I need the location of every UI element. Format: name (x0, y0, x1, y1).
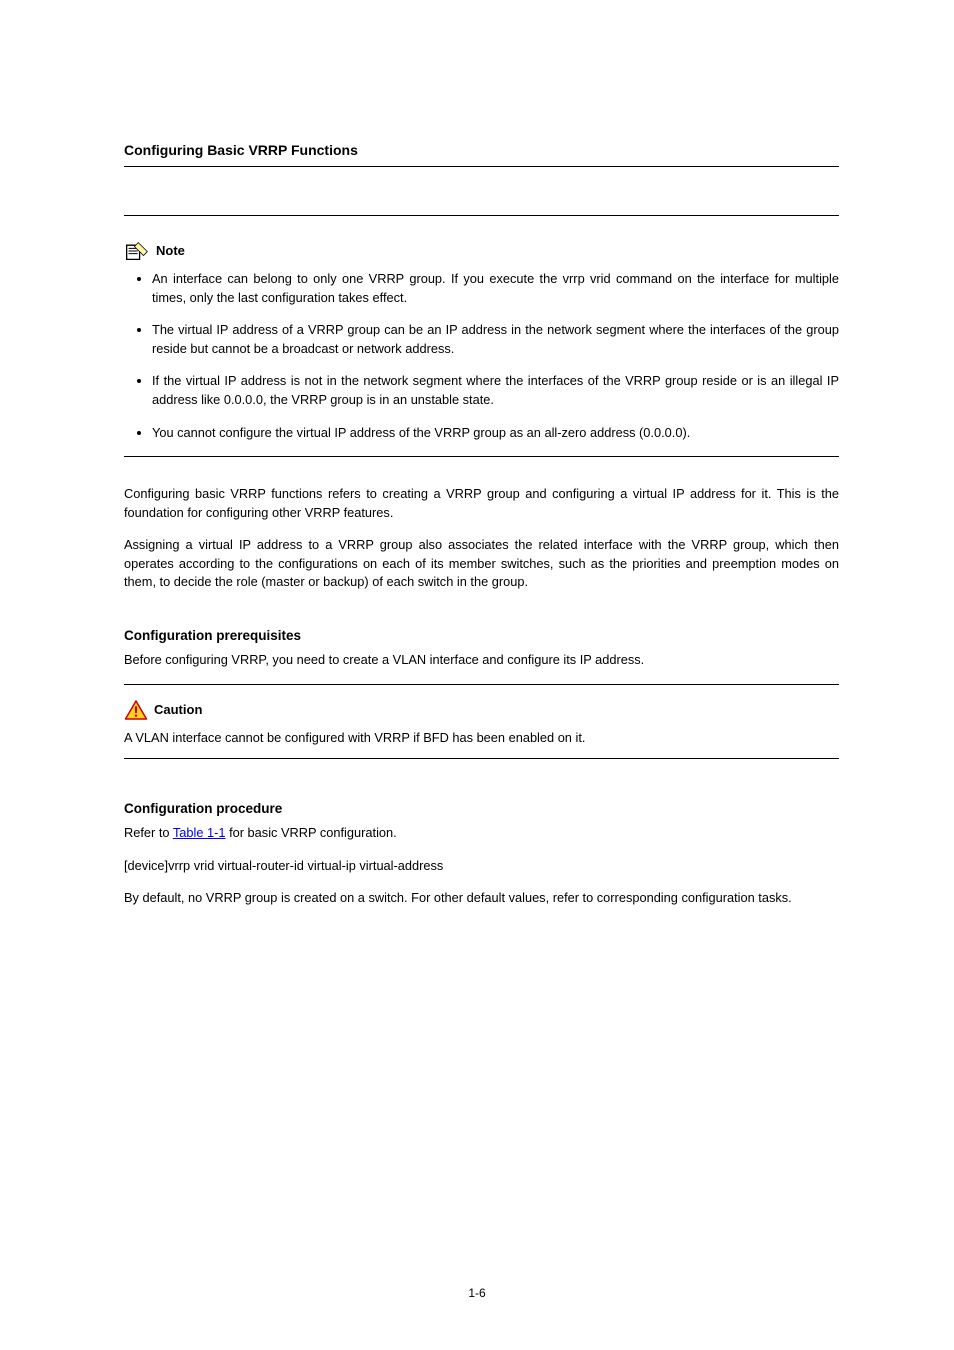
note-list: An interface can belong to only one VRRP… (124, 270, 839, 442)
heading-rule (124, 166, 839, 167)
caution-body: A VLAN interface cannot be configured wi… (124, 729, 839, 748)
caution-label: Caution (154, 701, 202, 720)
note-item: An interface can belong to only one VRRP… (152, 270, 839, 307)
note-item: If the virtual IP address is not in the … (152, 372, 839, 409)
section-heading: Configuring Basic VRRP Functions (124, 140, 839, 160)
note-bottom-rule (124, 456, 839, 457)
caution-header: Caution (124, 699, 839, 721)
intro-paragraph-2: Assigning a virtual IP address to a VRRP… (124, 536, 839, 592)
note-callout: Note An interface can belong to only one… (124, 215, 839, 457)
prereq-text: Before configuring VRRP, you need to cre… (124, 651, 839, 670)
note-icon (124, 240, 150, 262)
table-ref-prefix: Refer to (124, 825, 173, 840)
intro-paragraph-1: Configuring basic VRRP functions refers … (124, 485, 839, 522)
page-number: 1-6 (0, 1285, 954, 1302)
note-header: Note (124, 240, 839, 262)
command-line: [device]vrrp vrid virtual-router-id virt… (124, 857, 839, 876)
note-label: Note (156, 242, 185, 261)
table-ref-line: Refer to Table 1-1 for basic VRRP config… (124, 824, 839, 843)
table-ref-link[interactable]: Table 1-1 (173, 825, 226, 840)
table-ref-suffix: for basic VRRP configuration. (226, 825, 397, 840)
caution-icon (124, 699, 148, 721)
prereq-heading: Configuration prerequisites (124, 626, 839, 646)
note-item: The virtual IP address of a VRRP group c… (152, 321, 839, 358)
note-item: You cannot configure the virtual IP addr… (152, 424, 839, 443)
caution-top-rule (124, 684, 839, 685)
procedure-heading: Configuration procedure (124, 799, 839, 819)
caution-bottom-rule (124, 758, 839, 759)
procedure-explain: By default, no VRRP group is created on … (124, 889, 839, 908)
